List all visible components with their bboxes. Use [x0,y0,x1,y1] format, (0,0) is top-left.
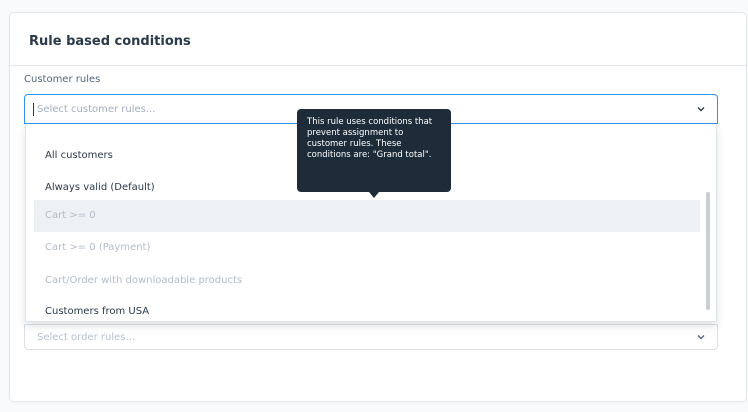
order-rules-select[interactable]: Select order rules... [24,324,718,350]
option-cart-downloadable[interactable]: Cart/Order with downloadable products [34,265,700,297]
card-header: Rule based conditions [10,13,746,66]
chevron-down-icon[interactable] [695,331,707,343]
card-title: Rule based conditions [29,34,191,49]
dropdown-scrollbar[interactable] [706,192,710,310]
order-rules-placeholder: Select order rules... [37,332,135,343]
option-customers-usa[interactable]: Customers from USA [34,296,700,321]
customer-rules-label: Customer rules [24,74,101,85]
disabled-rule-tooltip: This rule uses conditions that prevent a… [297,109,451,192]
text-cursor [33,103,34,116]
chevron-down-icon[interactable] [695,103,707,115]
option-cart-gte-0[interactable]: Cart >= 0 [34,200,700,232]
option-cart-gte-0-payment[interactable]: Cart >= 0 (Payment) [34,232,700,264]
tooltip-arrow [369,192,379,198]
